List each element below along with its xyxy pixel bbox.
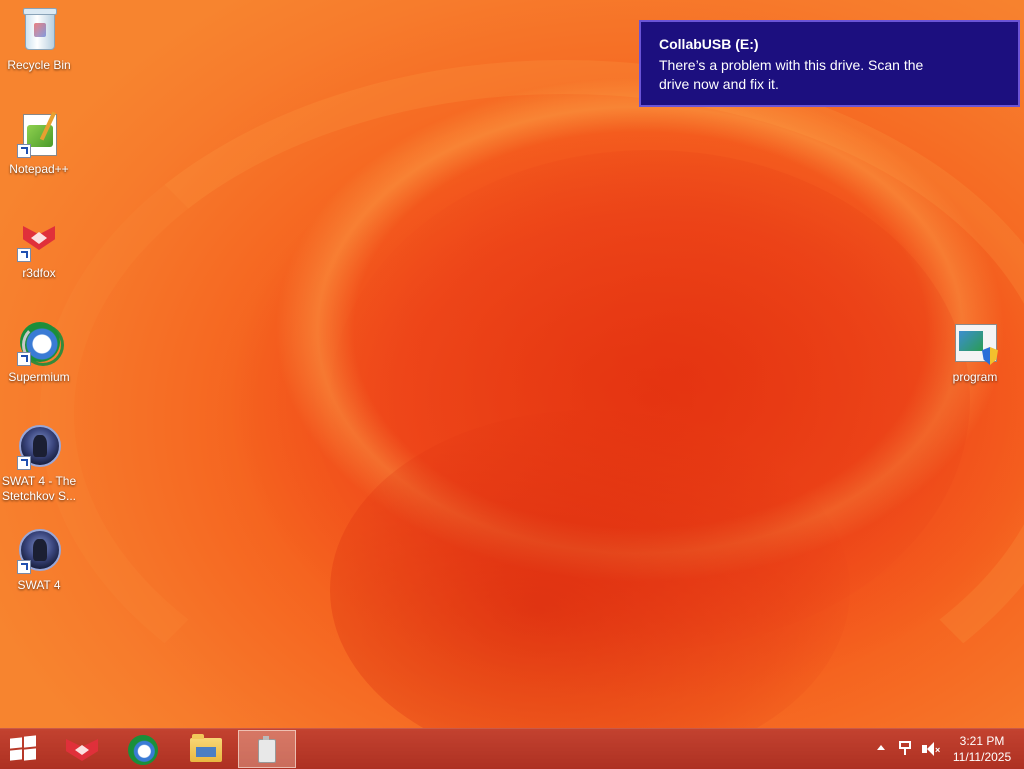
desktop[interactable]: Recycle Bin Notepad++ r3dfox Supermium S…	[0, 0, 1024, 728]
recycle-bin-icon	[15, 6, 63, 54]
swat4-expansion-icon	[15, 422, 63, 470]
desktop-icon-label: program	[952, 370, 998, 384]
shortcut-arrow-icon	[17, 248, 31, 262]
clock-date: 11/11/2025	[952, 750, 1012, 764]
folder-icon	[190, 734, 222, 762]
desktop-icon-swat4[interactable]: SWAT 4	[0, 526, 78, 593]
desktop-icon-label: Notepad++	[9, 162, 69, 176]
taskbar: × 3:21 PM 11/11/2025	[0, 728, 1024, 769]
network-icon[interactable]	[898, 741, 914, 755]
desktop-icon-swat4-expansion[interactable]: SWAT 4 - The Stetchkov S...	[0, 422, 78, 504]
windows-logo-icon	[10, 735, 36, 761]
desktop-icon-label: SWAT 4	[17, 578, 61, 592]
notification-body: There’s a problem with this drive. Scan …	[659, 57, 924, 92]
desktop-icon-supermium[interactable]: Supermium	[0, 318, 78, 385]
uac-shield-icon	[982, 347, 998, 365]
show-hidden-icons-chevron-icon[interactable]	[876, 742, 886, 752]
r3dfox-icon	[15, 214, 63, 262]
desktop-icon-label: r3dfox	[22, 266, 56, 280]
program-installer-icon	[951, 318, 999, 366]
wallpaper-swirl	[330, 410, 850, 728]
desktop-icon-label: Supermium	[8, 370, 70, 384]
r3dfox-icon	[66, 737, 98, 763]
notification[interactable]: CollabUSB (E:) There’s a problem with th…	[639, 20, 1020, 107]
shortcut-arrow-icon	[17, 352, 31, 366]
shortcut-arrow-icon	[17, 560, 31, 574]
shortcut-arrow-icon	[17, 456, 31, 470]
desktop-icon-program[interactable]: program	[936, 318, 1014, 385]
notepad-plus-plus-icon	[15, 110, 63, 158]
volume-muted-icon[interactable]: ×	[922, 741, 940, 757]
desktop-icon-label: Recycle Bin	[7, 58, 71, 72]
shortcut-arrow-icon	[17, 144, 31, 158]
notification-title: CollabUSB (E:)	[659, 36, 759, 52]
desktop-icon-r3dfox[interactable]: r3dfox	[0, 214, 78, 281]
swat4-icon	[15, 526, 63, 574]
clock-time: 3:21 PM	[959, 734, 1005, 748]
desktop-icon-label: SWAT 4 - The Stetchkov S...	[1, 474, 77, 503]
start-button[interactable]	[0, 729, 58, 769]
supermium-icon	[128, 735, 158, 765]
wallpaper-swirl	[40, 60, 1024, 728]
usb-drive-icon	[258, 736, 276, 763]
clock[interactable]: 3:21 PM 11/11/2025	[946, 733, 1018, 765]
supermium-icon	[15, 318, 64, 366]
desktop-icon-recycle-bin[interactable]: Recycle Bin	[0, 6, 78, 73]
wallpaper-swirl	[330, 150, 970, 650]
desktop-icon-notepad-plus-plus[interactable]: Notepad++	[0, 110, 78, 177]
